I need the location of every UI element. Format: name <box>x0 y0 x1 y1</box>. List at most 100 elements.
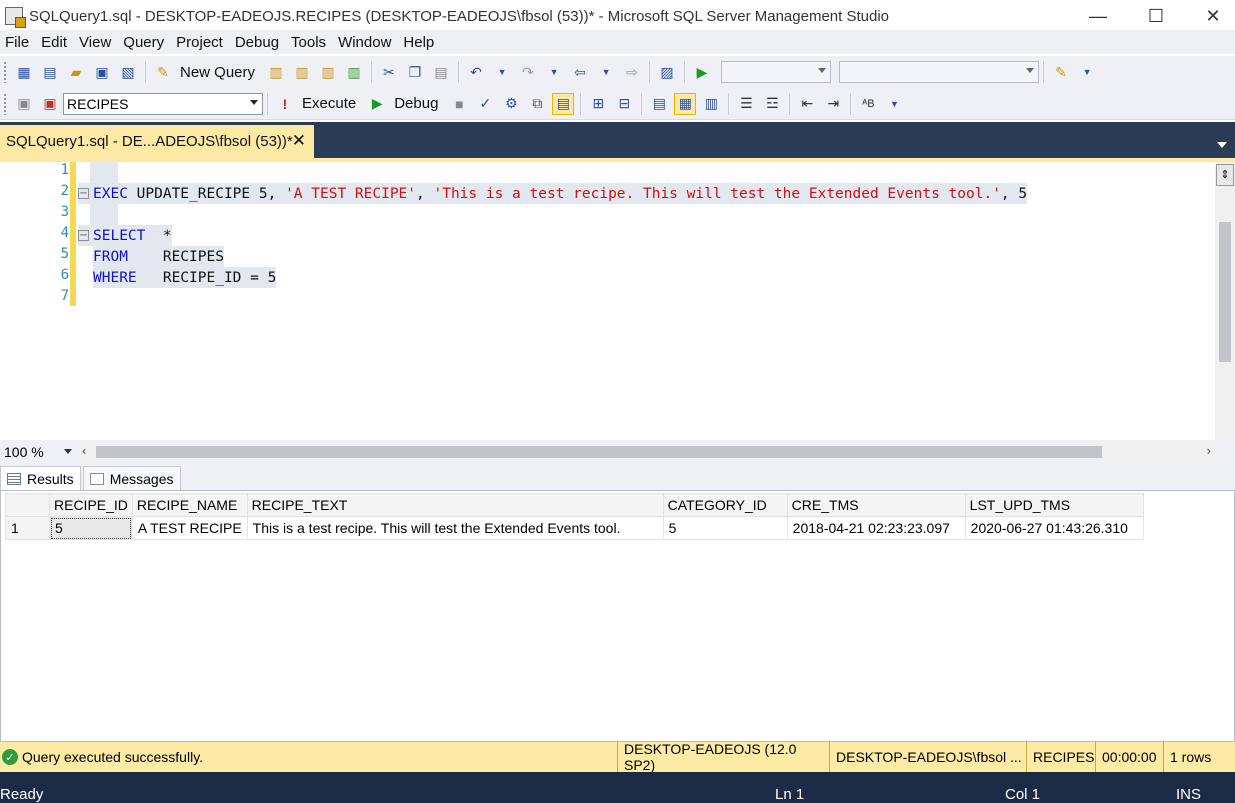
solution-platform-dropdown[interactable] <box>839 61 1040 83</box>
analysis-services-query-icon[interactable]: ▥ <box>291 61 313 83</box>
menu-project[interactable]: Project <box>171 34 230 51</box>
mdx-query-icon[interactable]: ▥ <box>317 61 339 83</box>
connect-icon[interactable]: ▣ <box>13 93 35 115</box>
start-debug-icon[interactable]: ▶ <box>691 61 713 83</box>
results-to-grid-icon[interactable]: ▦ <box>674 92 697 115</box>
save-all-icon[interactable]: ▧ <box>117 61 139 83</box>
menu-edit[interactable]: Edit <box>36 34 74 51</box>
results-to-text-icon[interactable]: ▤ <box>648 93 670 115</box>
navigate-dropdown-icon[interactable]: ▼ <box>595 61 617 83</box>
scroll-left-icon[interactable]: ‹ <box>82 443 86 458</box>
results-grid-pane[interactable]: RECIPE_ID RECIPE_NAME RECIPE_TEXT CATEGO… <box>0 490 1235 742</box>
new-query-icon[interactable]: ✎ <box>152 61 174 83</box>
toolbar-grip[interactable] <box>3 61 7 83</box>
toolbar-grip[interactable] <box>3 92 7 115</box>
menu-file[interactable]: File <box>0 34 36 51</box>
close-tab-icon[interactable]: ✕ <box>292 131 306 151</box>
editor-horizontal-scrollbar[interactable]: ‹ › <box>80 442 1215 462</box>
navigate-forward-icon[interactable]: ⇨ <box>621 61 643 83</box>
column-header[interactable]: RECIPE_TEXT <box>246 493 664 517</box>
toolbar-options-icon[interactable]: ▼ <box>883 93 905 115</box>
column-header[interactable]: CATEGORY_ID <box>662 493 788 517</box>
save-icon[interactable]: ▣ <box>91 61 113 83</box>
debug-button[interactable]: Debug <box>394 95 438 112</box>
copy-icon[interactable]: ❐ <box>404 61 426 83</box>
title-bar: SQLQuery1.sql - DESKTOP-EADEOJS.RECIPES … <box>0 0 1235 32</box>
menu-query[interactable]: Query <box>118 34 171 51</box>
execute-button[interactable]: Execute <box>302 95 356 112</box>
menu-debug[interactable]: Debug <box>230 34 286 51</box>
grid-cell[interactable]: 5 <box>49 516 133 540</box>
redo-icon[interactable]: ↷ <box>517 61 539 83</box>
new-query-button[interactable]: New Query <box>180 64 255 81</box>
change-tracking-bar <box>70 162 76 306</box>
grid-cell[interactable]: A TEST RECIPE <box>131 516 248 540</box>
dmx-query-icon[interactable]: ▥ <box>343 61 365 83</box>
maximize-button[interactable]: ☐ <box>1133 0 1179 32</box>
menu-tools[interactable]: Tools <box>286 34 333 51</box>
editor-vertical-scrollbar[interactable]: ⇕ <box>1215 162 1235 440</box>
solution-config-dropdown[interactable] <box>721 61 832 83</box>
query-editor[interactable]: 1 2 3 4 5 6 7 − EXEC UPDATE_RECIPE 5, 'A … <box>0 158 1235 440</box>
execute-icon[interactable]: ! <box>274 93 296 115</box>
grid-cell[interactable]: 2020-06-27 01:43:26.310 <box>964 516 1144 540</box>
row-number-header[interactable] <box>5 493 50 517</box>
paste-icon[interactable]: ▤ <box>430 61 452 83</box>
toolbar-options-icon[interactable]: ▼ <box>1076 61 1098 83</box>
display-estimated-plan-icon[interactable]: ⚙ <box>500 93 522 115</box>
menu-window[interactable]: Window <box>333 34 398 51</box>
grid-cell[interactable]: 5 <box>662 516 788 540</box>
redo-dropdown-icon[interactable]: ▼ <box>543 61 565 83</box>
grid-cell[interactable]: This is a test recipe. This will test th… <box>246 516 664 540</box>
database-engine-query-icon[interactable]: ▥ <box>265 61 287 83</box>
tab-sqlquery1[interactable]: SQLQuery1.sql - DE...ADEOJS\fbsol (53))*… <box>0 125 314 158</box>
include-actual-plan-icon[interactable]: ⊞ <box>587 93 609 115</box>
scroll-thumb[interactable] <box>1219 222 1231 362</box>
change-connection-icon[interactable]: ▣ <box>39 93 61 115</box>
tab-results[interactable]: Results <box>0 466 81 490</box>
properties-icon[interactable]: ✎ <box>1050 61 1072 83</box>
comment-lines-icon[interactable]: ☰ <box>735 93 757 115</box>
column-header[interactable]: RECIPE_ID <box>49 493 133 517</box>
scroll-thumb[interactable] <box>96 446 1102 458</box>
column-header[interactable]: LST_UPD_TMS <box>964 493 1144 517</box>
menu-help[interactable]: Help <box>398 34 441 51</box>
table-row[interactable]: 1 5 A TEST RECIPE This is a test recipe.… <box>5 516 1144 540</box>
intellisense-enabled-icon[interactable]: ▤ <box>552 92 575 115</box>
fold-toggle-icon[interactable]: − <box>78 188 89 199</box>
split-editor-icon[interactable]: ⇕ <box>1216 164 1234 186</box>
column-header[interactable]: CRE_TMS <box>786 493 966 517</box>
tab-messages[interactable]: Messages <box>82 466 181 490</box>
zoom-dropdown[interactable]: 100 % <box>0 442 76 462</box>
decrease-indent-icon[interactable]: ⇤ <box>796 93 818 115</box>
undo-dropdown-icon[interactable]: ▼ <box>491 61 513 83</box>
results-grid[interactable]: RECIPE_ID RECIPE_NAME RECIPE_TEXT CATEGO… <box>5 493 1144 540</box>
column-header[interactable]: RECIPE_NAME <box>131 493 248 517</box>
open-file-icon[interactable]: ▰ <box>65 61 87 83</box>
debug-play-icon[interactable]: ▶ <box>366 93 388 115</box>
query-designer-icon[interactable]: ⧉ <box>526 93 548 115</box>
parse-icon[interactable]: ✓ <box>474 93 496 115</box>
close-window-button[interactable]: ✕ <box>1190 0 1235 32</box>
specify-template-values-icon[interactable]: ᴬB <box>857 93 879 115</box>
results-to-file-icon[interactable]: ▥ <box>700 93 722 115</box>
row-number[interactable]: 1 <box>5 516 50 540</box>
undo-icon[interactable]: ↶ <box>465 61 487 83</box>
cut-icon[interactable]: ✂ <box>378 61 400 83</box>
tab-overflow-dropdown-icon[interactable] <box>1217 142 1227 148</box>
menu-view[interactable]: View <box>74 34 118 51</box>
increase-indent-icon[interactable]: ⇥ <box>822 93 844 115</box>
navigate-backward-icon[interactable]: ⇦ <box>569 61 591 83</box>
cancel-query-icon[interactable]: ■ <box>448 93 470 115</box>
fold-toggle-icon[interactable]: − <box>78 230 89 241</box>
scroll-right-icon[interactable]: › <box>1207 443 1211 458</box>
activity-monitor-icon[interactable]: ▨ <box>656 61 678 83</box>
live-query-statistics-icon[interactable]: ⊟ <box>613 93 635 115</box>
line-indicator: Ln 1 <box>775 786 805 803</box>
available-databases-dropdown[interactable]: RECIPES <box>63 92 263 115</box>
add-item-icon[interactable]: ▤ <box>39 61 61 83</box>
minimize-button[interactable]: — <box>1075 0 1121 32</box>
new-project-icon[interactable]: ▦ <box>13 61 35 83</box>
uncomment-lines-icon[interactable]: ☲ <box>761 93 783 115</box>
grid-cell[interactable]: 2018-04-21 02:23:23.097 <box>786 516 966 540</box>
